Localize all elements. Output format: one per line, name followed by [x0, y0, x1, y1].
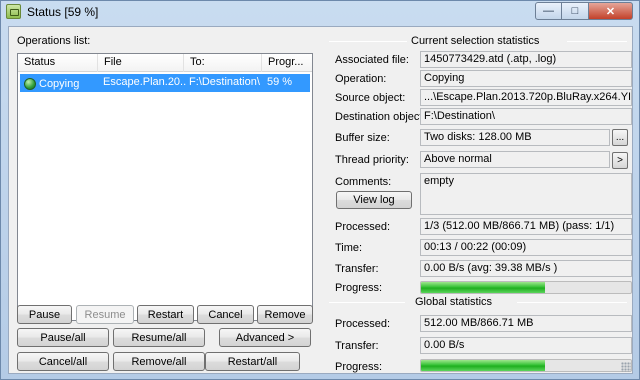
resume-all-button[interactable]: Resume/all: [113, 328, 205, 347]
dialog-client: Operations list: Status File To: Progr..…: [8, 26, 633, 374]
buffer-size-button[interactable]: ...: [612, 129, 628, 146]
app-icon: [6, 4, 21, 19]
operation-field: Copying: [420, 70, 632, 87]
destination-object-field: F:\Destination\: [420, 108, 632, 125]
column-header-progress[interactable]: Progr...: [262, 54, 312, 72]
minimize-button[interactable]: —: [535, 2, 562, 20]
column-header-status[interactable]: Status: [18, 54, 98, 72]
global-transfer-label: Transfer:: [335, 340, 379, 352]
global-transfer-field: 0.00 B/s: [420, 337, 632, 354]
time-field: 00:13 / 00:22 (00:09): [420, 239, 632, 256]
global-progress-label: Progress:: [335, 361, 383, 373]
status-window: Status [59 %] — □ ✕ Operations list: Sta…: [0, 0, 640, 380]
current-progress-bar: [420, 281, 632, 294]
global-statistics-title: Global statistics: [415, 296, 493, 308]
progress-label: Progress:: [335, 282, 383, 294]
divider: [329, 41, 407, 42]
current-statistics-title: Current selection statistics: [411, 35, 540, 47]
global-progress-bar: [420, 359, 632, 372]
close-button[interactable]: ✕: [589, 2, 633, 20]
transfer-field: 0.00 B/s (avg: 39.38 MB/s ): [420, 260, 632, 277]
column-header-to[interactable]: To:: [184, 54, 262, 72]
list-item[interactable]: Copying Escape.Plan.20... F:\Destination…: [20, 74, 310, 92]
global-processed-label: Processed:: [335, 318, 391, 330]
list-header: Status File To: Progr...: [18, 54, 312, 72]
remove-all-button[interactable]: Remove/all: [113, 352, 205, 371]
pause-button[interactable]: Pause: [17, 305, 72, 324]
maximize-button[interactable]: □: [562, 2, 589, 20]
cancel-button[interactable]: Cancel: [197, 305, 254, 324]
status-ball-icon: [24, 78, 36, 90]
divider: [329, 302, 405, 303]
destination-object-label: Destination object:: [335, 111, 426, 123]
thread-priority-label: Thread priority:: [335, 154, 409, 166]
view-log-button[interactable]: View log: [336, 191, 412, 209]
current-progress-fill: [421, 282, 545, 293]
processed-label: Processed:: [335, 221, 391, 233]
source-object-label: Source object:: [335, 92, 406, 104]
restart-button[interactable]: Restart: [137, 305, 194, 324]
divider: [567, 41, 627, 42]
row-status-text: Copying: [39, 78, 80, 90]
pause-all-button[interactable]: Pause/all: [17, 328, 109, 347]
thread-priority-button[interactable]: >: [612, 152, 628, 169]
divider: [517, 302, 627, 303]
advanced-button[interactable]: Advanced >: [219, 328, 311, 347]
row-file: Escape.Plan.20...: [103, 76, 186, 88]
thread-priority-field: Above normal: [420, 151, 610, 168]
title-bar[interactable]: Status [59 %] — □ ✕: [1, 1, 639, 23]
buffer-size-label: Buffer size:: [335, 132, 390, 144]
comments-label: Comments:: [335, 176, 392, 188]
transfer-label: Transfer:: [335, 263, 379, 275]
resize-grip[interactable]: [621, 362, 631, 372]
row-progress: 59 %: [267, 76, 293, 88]
row-destination: F:\Destination\: [189, 76, 260, 88]
cancel-all-button[interactable]: Cancel/all: [17, 352, 109, 371]
associated-file-label: Associated file:: [335, 54, 409, 66]
restart-all-button[interactable]: Restart/all: [205, 352, 300, 371]
buffer-size-field: Two disks: 128.00 MB: [420, 129, 610, 146]
source-object-field: ...\Escape.Plan.2013.720p.BluRay.x264.YI…: [420, 89, 632, 106]
operations-list-label: Operations list:: [17, 35, 91, 47]
operations-list[interactable]: Status File To: Progr... Copying Escape.…: [17, 53, 313, 321]
window-title: Status [59 %]: [27, 5, 99, 19]
row-status: Copying: [20, 74, 100, 92]
processed-field: 1/3 (512.00 MB/866.71 MB) (pass: 1/1): [420, 218, 632, 235]
operation-label: Operation:: [335, 73, 387, 85]
global-processed-field: 512.00 MB/866.71 MB: [420, 315, 632, 332]
comments-field: empty: [420, 173, 632, 215]
global-progress-fill: [421, 360, 545, 371]
resume-button[interactable]: Resume: [76, 305, 134, 324]
caption-buttons: — □ ✕: [535, 2, 633, 20]
associated-file-field: 1450773429.atd (.atp, .log): [420, 51, 632, 68]
remove-button[interactable]: Remove: [257, 305, 313, 324]
column-header-file[interactable]: File: [98, 54, 184, 72]
time-label: Time:: [335, 242, 363, 254]
